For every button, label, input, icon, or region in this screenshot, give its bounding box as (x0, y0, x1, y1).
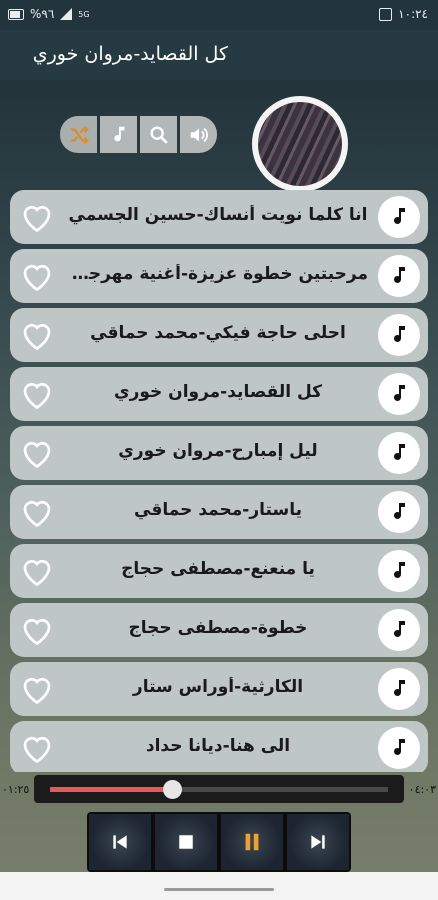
song-title: كل القصايد-مروان خوري (113, 382, 323, 402)
heart-icon[interactable] (18, 258, 56, 294)
play-song-button[interactable] (378, 727, 420, 769)
play-song-button[interactable] (378, 668, 420, 710)
song-row[interactable]: مرحبتين خطوة عزيزة-أغنية مهرجان (10, 249, 428, 303)
music-note-icon (394, 444, 405, 460)
play-song-button[interactable] (378, 550, 420, 592)
heart-icon[interactable] (18, 376, 56, 412)
song-row[interactable]: يا منعنع-مصطفى حجاج (10, 544, 428, 598)
pause-icon (245, 833, 259, 851)
song-row[interactable]: ياستار-محمد حماقي (10, 485, 428, 539)
heart-icon[interactable] (18, 317, 56, 353)
play-song-button[interactable] (378, 196, 420, 238)
home-indicator[interactable] (164, 888, 274, 891)
battery-percentage: %٩٦ (30, 7, 55, 21)
album-artwork (252, 96, 348, 192)
song-title: انا كلما نويت أنساك-حسين الجسمي (68, 205, 368, 225)
song-row[interactable]: خطوة-مصطفى حجاج (10, 603, 428, 657)
heart-icon[interactable] (18, 730, 56, 766)
song-row[interactable]: الى هنا-ديانا حداد (10, 721, 428, 772)
heart-icon[interactable] (18, 671, 56, 707)
battery-icon (8, 8, 24, 20)
app-bar: كل القصايد-مروان خوري (0, 30, 438, 80)
music-note-icon (113, 126, 124, 141)
player-controls (87, 812, 351, 872)
next-button[interactable] (287, 814, 349, 870)
volume-button[interactable] (180, 116, 217, 153)
control-group (60, 116, 217, 153)
song-title: ياستار-محمد حماقي (134, 500, 302, 520)
song-row[interactable]: انا كلما نويت أنساك-حسين الجسمي (10, 190, 428, 244)
play-song-button[interactable] (378, 432, 420, 474)
song-title: خطوة-مصطفى حجاج (128, 618, 308, 638)
song-title: الى هنا-ديانا حداد (145, 736, 291, 756)
status-left: %٩٦ 5G (8, 7, 90, 21)
music-note-icon (394, 680, 405, 696)
signal-icon (60, 8, 73, 20)
heart-icon[interactable] (18, 199, 56, 235)
music-note-icon (394, 385, 405, 401)
play-song-button[interactable] (378, 491, 420, 533)
play-song-button[interactable] (378, 373, 420, 415)
song-title: احلى حاجة فيكي-محمد حماقي (90, 323, 346, 343)
song-row[interactable]: كل القصايد-مروان خوري (10, 367, 428, 421)
album-cover-image (258, 102, 342, 186)
volume-icon (190, 127, 208, 142)
elapsed-time: ٠١:٢٥ (2, 783, 30, 796)
next-icon (311, 835, 325, 849)
music-note-icon (394, 739, 405, 755)
play-song-button[interactable] (378, 609, 420, 651)
stop-button[interactable] (155, 814, 217, 870)
music-note-icon (394, 267, 405, 283)
play-song-button[interactable] (378, 314, 420, 356)
heart-icon[interactable] (18, 494, 56, 530)
previous-icon (113, 835, 127, 849)
play-song-button[interactable] (378, 255, 420, 297)
stop-icon (179, 835, 193, 849)
status-right: ١٠:٢٤ (379, 7, 428, 21)
music-note-icon (394, 503, 405, 519)
app-title: كل القصايد-مروان خوري (32, 43, 228, 65)
clock: ١٠:٢٤ (398, 7, 428, 21)
shuffle-button[interactable] (60, 116, 97, 153)
previous-button[interactable] (89, 814, 151, 870)
music-note-icon (394, 562, 405, 578)
song-title: يا منعنع-مصطفى حجاج (121, 559, 315, 579)
status-bar: %٩٦ 5G ١٠:٢٤ (0, 0, 438, 30)
shuffle-icon (70, 125, 89, 144)
song-title: الكارثية-أوراس ستار (132, 677, 304, 697)
search-button[interactable] (140, 116, 177, 153)
pause-button[interactable] (221, 814, 283, 870)
song-row[interactable]: احلى حاجة فيكي-محمد حماقي (10, 308, 428, 362)
search-icon (149, 125, 168, 144)
notification-icon (379, 7, 393, 21)
seek-progress (50, 787, 172, 792)
heart-icon[interactable] (18, 435, 56, 471)
music-note-icon (394, 621, 405, 637)
heart-icon[interactable] (18, 612, 56, 648)
song-title: مرحبتين خطوة عزيزة-أغنية مهرجان (68, 264, 368, 284)
seek-thumb[interactable] (162, 780, 182, 799)
song-row[interactable]: الكارثية-أوراس ستار (10, 662, 428, 716)
system-nav-bar (0, 872, 438, 900)
seek-bar[interactable] (34, 775, 404, 803)
seek-track[interactable] (50, 780, 388, 799)
song-title: ليل إمبارح-مروان خوري (118, 441, 318, 461)
music-button[interactable] (100, 116, 137, 153)
music-note-icon (394, 326, 405, 342)
network-type: 5G (78, 9, 90, 19)
music-note-icon (394, 208, 405, 224)
duration-time: ٠٤:٠٣ (408, 783, 436, 796)
song-row[interactable]: ليل إمبارح-مروان خوري (10, 426, 428, 480)
heart-icon[interactable] (18, 553, 56, 589)
song-list[interactable]: انا كلما نويت أنساك-حسين الجسمي مرحبتين … (10, 190, 428, 772)
